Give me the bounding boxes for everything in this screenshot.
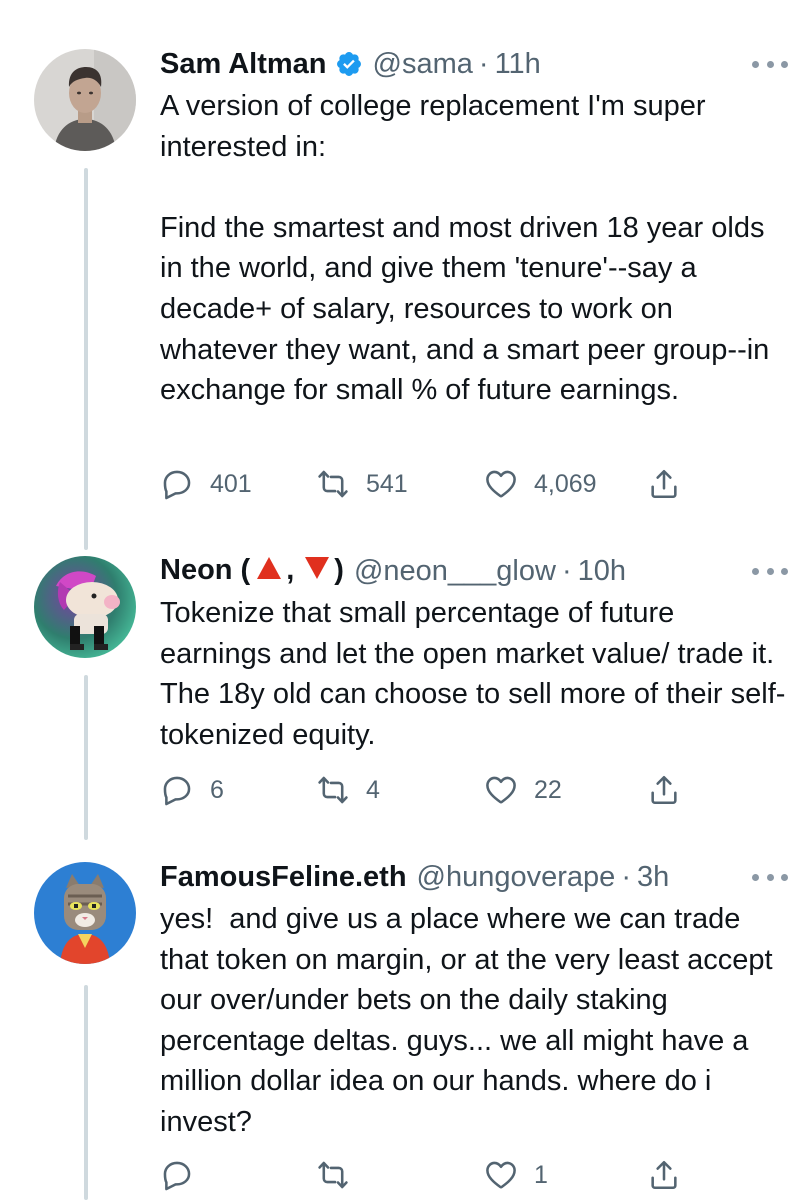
like-button[interactable]: 22 [484, 770, 562, 810]
retweet-icon [318, 776, 348, 804]
separator: · [561, 554, 572, 587]
tweet-actions: 6 4 22 [160, 770, 690, 810]
retweet-icon [318, 470, 348, 498]
like-button[interactable]: 4,069 [484, 464, 597, 504]
reply-icon [163, 470, 191, 500]
handle[interactable]: @neon___glow [354, 555, 556, 588]
separator: · [621, 860, 631, 893]
tweet-text: A version of college replacement I'm sup… [160, 90, 770, 407]
reply-icon [163, 1161, 191, 1191]
tweet-header: FamousFeline.eth @hungoverape · 3h [160, 857, 669, 897]
avatar-cat-icon [34, 862, 136, 964]
tweet-actions: 1 [160, 1155, 690, 1195]
avatar-cartoon-dog-icon [34, 556, 136, 658]
separator: · [478, 47, 489, 80]
display-name[interactable]: Sam Altman [160, 48, 327, 81]
tweet[interactable]: FamousFeline.eth @hungoverape · 3h yes! … [0, 857, 810, 1200]
share-button[interactable] [647, 770, 681, 810]
more-icon[interactable] [752, 867, 788, 887]
share-icon [651, 469, 677, 499]
red-triangle-down-icon [304, 555, 330, 588]
display-name-text: Neon ( [160, 554, 251, 587]
tweet[interactable]: Sam Altman @sama · 11h A version of coll… [0, 44, 810, 514]
timestamp[interactable]: 3h [637, 861, 669, 894]
reply-button[interactable]: 401 [160, 464, 252, 504]
like-icon [486, 776, 516, 804]
reply-button[interactable]: 6 [160, 770, 224, 810]
retweet-count: 4 [366, 775, 380, 804]
handle[interactable]: @hungoverape [417, 861, 616, 894]
retweet-button[interactable]: 4 [316, 770, 380, 810]
display-name[interactable]: FamousFeline.eth [160, 861, 407, 894]
tweet-header: Sam Altman @sama · 11h [160, 44, 541, 84]
like-button[interactable]: 1 [484, 1155, 548, 1195]
timestamp[interactable]: 10h [578, 555, 626, 588]
like-count: 4,069 [534, 469, 597, 498]
share-button[interactable] [647, 464, 681, 504]
display-name-separator: , [286, 554, 295, 587]
retweet-count: 541 [366, 469, 408, 498]
tweet-header: Neon (,) @neon___glow · 10h [160, 551, 626, 591]
like-icon [486, 470, 516, 498]
more-icon[interactable] [752, 54, 788, 74]
verified-badge-icon [335, 50, 363, 78]
retweet-icon [318, 1161, 348, 1189]
display-name-end: ) [334, 554, 344, 587]
handle[interactable]: @sama [373, 48, 473, 81]
tweet-text: Tokenize that small percentage of future… [160, 597, 786, 751]
tweet-actions: 401 541 4,069 [160, 464, 690, 504]
tweet-text: yes! and give us a place where we can tr… [160, 903, 781, 1138]
retweet-button[interactable]: 541 [316, 464, 408, 504]
like-icon [486, 1161, 516, 1189]
avatar-photo-icon [34, 49, 136, 151]
reply-icon [163, 776, 191, 806]
share-icon [651, 775, 677, 805]
reply-count: 401 [210, 469, 252, 498]
avatar[interactable] [34, 556, 136, 658]
retweet-button[interactable] [316, 1155, 366, 1195]
like-count: 1 [534, 1160, 548, 1189]
display-name[interactable]: Neon (,) [160, 554, 344, 588]
reply-button[interactable] [160, 1155, 210, 1195]
more-icon[interactable] [752, 561, 788, 581]
share-button[interactable] [647, 1155, 681, 1195]
reply-count: 6 [210, 775, 224, 804]
avatar[interactable] [34, 862, 136, 964]
red-triangle-up-icon [256, 555, 282, 588]
share-icon [651, 1160, 677, 1190]
timestamp[interactable]: 11h [495, 48, 541, 81]
tweet[interactable]: Neon (,) @neon___glow · 10h Tokenize tha… [0, 551, 810, 811]
like-count: 22 [534, 775, 562, 804]
avatar[interactable] [34, 49, 136, 151]
